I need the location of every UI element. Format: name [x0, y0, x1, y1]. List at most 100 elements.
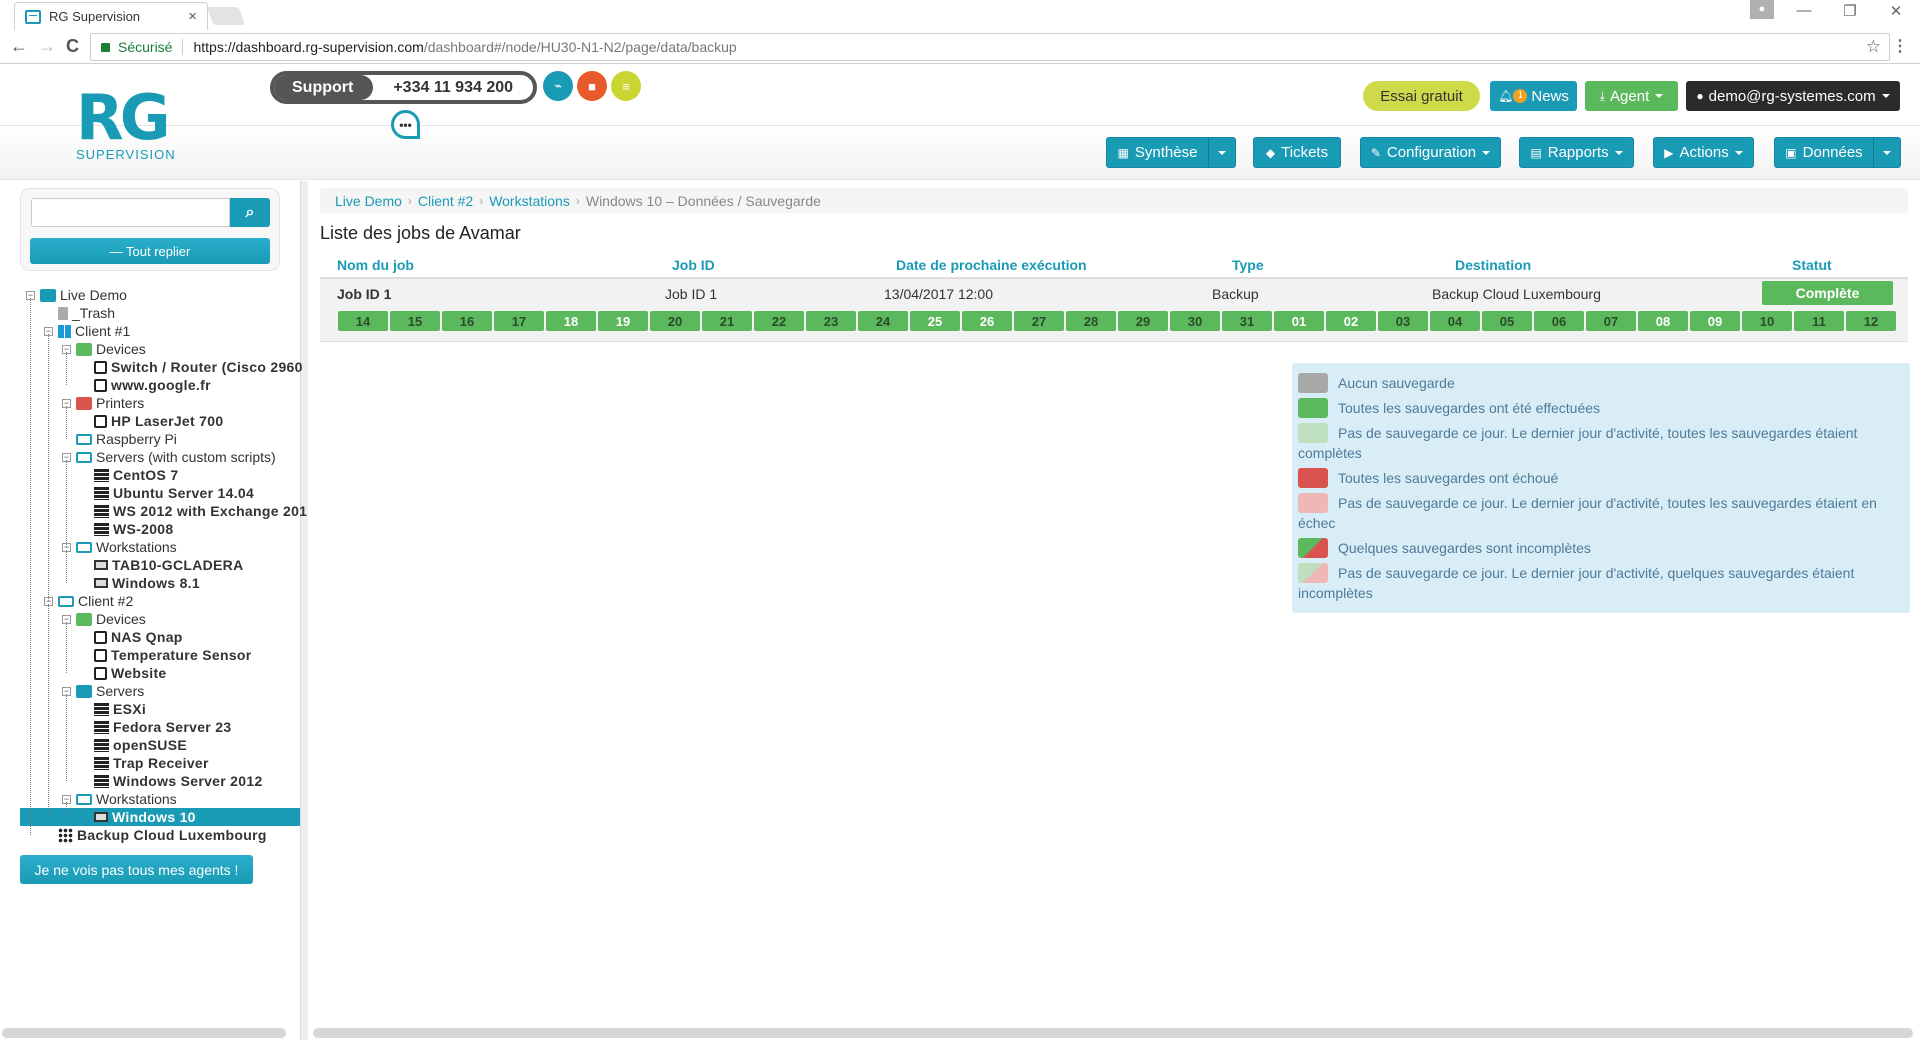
column-header-job-name[interactable]: Nom du job — [337, 257, 414, 273]
day-cell[interactable]: 10 — [1742, 311, 1792, 331]
main-horizontal-scrollbar[interactable] — [313, 1028, 1913, 1038]
tree-node[interactable]: − Servers — [62, 682, 144, 700]
profile-icon[interactable]: ● — [1750, 0, 1774, 19]
forward-arrow-icon[interactable]: → — [38, 36, 56, 57]
rg-logo[interactable]: RG SUPERVISION — [76, 87, 208, 163]
maximize-icon[interactable]: ❐ — [1830, 2, 1870, 20]
tree-node[interactable]: Switch / Router (Cisco 2960 — [94, 358, 303, 376]
tree-node[interactable]: − Live Demo — [26, 286, 127, 304]
tree-node[interactable]: Windows 8.1 — [94, 574, 200, 592]
day-cell[interactable]: 12 — [1846, 311, 1896, 331]
donnees-dropdown-toggle[interactable] — [1873, 137, 1901, 168]
tree-node[interactable]: HP LaserJet 700 — [94, 412, 223, 430]
tree-node[interactable]: − Client #2 — [44, 592, 133, 610]
news-button[interactable]: 🔔︎ 1 News — [1490, 81, 1577, 111]
tree-node[interactable]: TAB10-GCLADERA — [94, 556, 244, 574]
actions-button[interactable]: ▶ Actions — [1653, 137, 1754, 168]
tree-node[interactable]: www.google.fr — [94, 376, 211, 394]
tree-node[interactable]: Fedora Server 23 — [94, 718, 231, 736]
day-cell[interactable]: 03 — [1378, 311, 1428, 331]
day-cell[interactable]: 22 — [754, 311, 804, 331]
tree-node[interactable]: Windows Server 2012 — [94, 772, 263, 790]
day-cell[interactable]: 24 — [858, 311, 908, 331]
column-header-job-id[interactable]: Job ID — [672, 257, 715, 273]
tree-node[interactable]: Website — [94, 664, 167, 682]
breadcrumb-client-2[interactable]: Client #2 — [418, 193, 473, 209]
tree-node[interactable]: ESXi — [94, 700, 146, 718]
day-cell[interactable]: 17 — [494, 311, 544, 331]
day-cell[interactable]: 01 — [1274, 311, 1324, 331]
day-cell[interactable]: 23 — [806, 311, 856, 331]
tree-node[interactable]: − Workstations — [62, 538, 177, 556]
breadcrumb-workstations[interactable]: Workstations — [489, 193, 570, 209]
bookmark-star-icon[interactable]: ☆ — [1866, 37, 1881, 57]
day-cell[interactable]: 28 — [1066, 311, 1116, 331]
sidebar-resize-handle[interactable] — [300, 181, 308, 1040]
day-cell[interactable]: 26 — [962, 311, 1012, 331]
tree-node[interactable]: Trap Receiver — [94, 754, 209, 772]
day-cell[interactable]: 27 — [1014, 311, 1064, 331]
tree-node[interactable]: Backup Cloud Luxembourg — [58, 826, 267, 844]
tree-node[interactable]: − Devices — [62, 610, 146, 628]
donnees-button[interactable]: ▣ Données — [1774, 137, 1874, 168]
user-dropdown-button[interactable]: ● demo@rg-systemes.com — [1686, 81, 1900, 111]
tree-node[interactable]: Raspberry Pi — [76, 430, 177, 448]
rapports-button[interactable]: ▤ Rapports — [1519, 137, 1634, 168]
day-cell[interactable]: 18 — [546, 311, 596, 331]
chat-icon[interactable]: ••• — [391, 110, 420, 139]
column-header-type[interactable]: Type — [1232, 257, 1264, 273]
tree-node[interactable]: openSUSE — [94, 736, 187, 754]
monitor-icon[interactable]: ⌁ — [543, 71, 573, 101]
table-row[interactable] — [320, 277, 1908, 342]
tree-node[interactable]: Windows 10 — [20, 808, 300, 826]
day-cell[interactable]: 15 — [390, 311, 440, 331]
day-cell[interactable]: 31 — [1222, 311, 1272, 331]
back-arrow-icon[interactable]: ← — [10, 36, 28, 57]
tree-node[interactable]: _Trash — [58, 304, 115, 322]
day-cell[interactable]: 16 — [442, 311, 492, 331]
collapse-all-button[interactable]: — Tout replier — [30, 238, 270, 264]
missing-agents-button[interactable]: Je ne vois pas tous mes agents ! — [20, 855, 253, 884]
sidebar-horizontal-scrollbar[interactable] — [2, 1028, 286, 1038]
day-cell[interactable]: 09 — [1690, 311, 1740, 331]
day-cell[interactable]: 02 — [1326, 311, 1376, 331]
day-cell[interactable]: 06 — [1534, 311, 1584, 331]
shield-lock-icon[interactable]: ■ — [577, 71, 607, 101]
day-cell[interactable]: 29 — [1118, 311, 1168, 331]
day-cell[interactable]: 05 — [1482, 311, 1532, 331]
search-button[interactable]: ⌕ — [230, 198, 270, 227]
day-cell[interactable]: 30 — [1170, 311, 1220, 331]
column-header-destination[interactable]: Destination — [1455, 257, 1531, 273]
day-cell[interactable]: 25 — [910, 311, 960, 331]
synthese-button[interactable]: ▦ Synthèse — [1106, 137, 1209, 168]
day-cell[interactable]: 20 — [650, 311, 700, 331]
tab-close-icon[interactable]: × — [188, 8, 197, 25]
tree-node[interactable]: − Servers (with custom scripts) — [62, 448, 276, 466]
configuration-button[interactable]: ✎ Configuration — [1360, 137, 1501, 168]
tree-node[interactable]: − Client #1 — [44, 322, 130, 340]
new-tab-button[interactable] — [206, 7, 246, 25]
day-cell[interactable]: 07 — [1586, 311, 1636, 331]
tree-node[interactable]: Temperature Sensor — [94, 646, 252, 664]
tree-node[interactable]: − Workstations — [62, 790, 177, 808]
synthese-dropdown-toggle[interactable] — [1208, 137, 1236, 168]
tree-node[interactable]: − Devices — [62, 340, 146, 358]
minimize-icon[interactable]: — — [1784, 2, 1824, 19]
tree-node[interactable]: WS-2008 — [94, 520, 173, 538]
day-cell[interactable]: 04 — [1430, 311, 1480, 331]
column-header-status[interactable]: Statut — [1792, 257, 1832, 273]
tickets-button[interactable]: ◆ Tickets — [1253, 137, 1341, 168]
day-cell[interactable]: 08 — [1638, 311, 1688, 331]
tree-node[interactable]: − Printers — [62, 394, 144, 412]
day-cell[interactable]: 19 — [598, 311, 648, 331]
database-icon[interactable]: ≡ — [611, 71, 641, 101]
day-cell[interactable]: 21 — [702, 311, 752, 331]
tree-node[interactable]: Ubuntu Server 14.04 — [94, 484, 254, 502]
agent-dropdown-button[interactable]: ⤓ Agent — [1585, 81, 1678, 111]
day-cell[interactable]: 14 — [338, 311, 388, 331]
tree-node[interactable]: WS 2012 with Exchange 201 — [94, 502, 307, 520]
reload-icon[interactable]: C — [66, 36, 79, 57]
column-header-next-run[interactable]: Date de prochaine exécution — [896, 257, 1087, 273]
breadcrumb-live-demo[interactable]: Live Demo — [335, 193, 402, 209]
tree-node[interactable]: CentOS 7 — [94, 466, 178, 484]
